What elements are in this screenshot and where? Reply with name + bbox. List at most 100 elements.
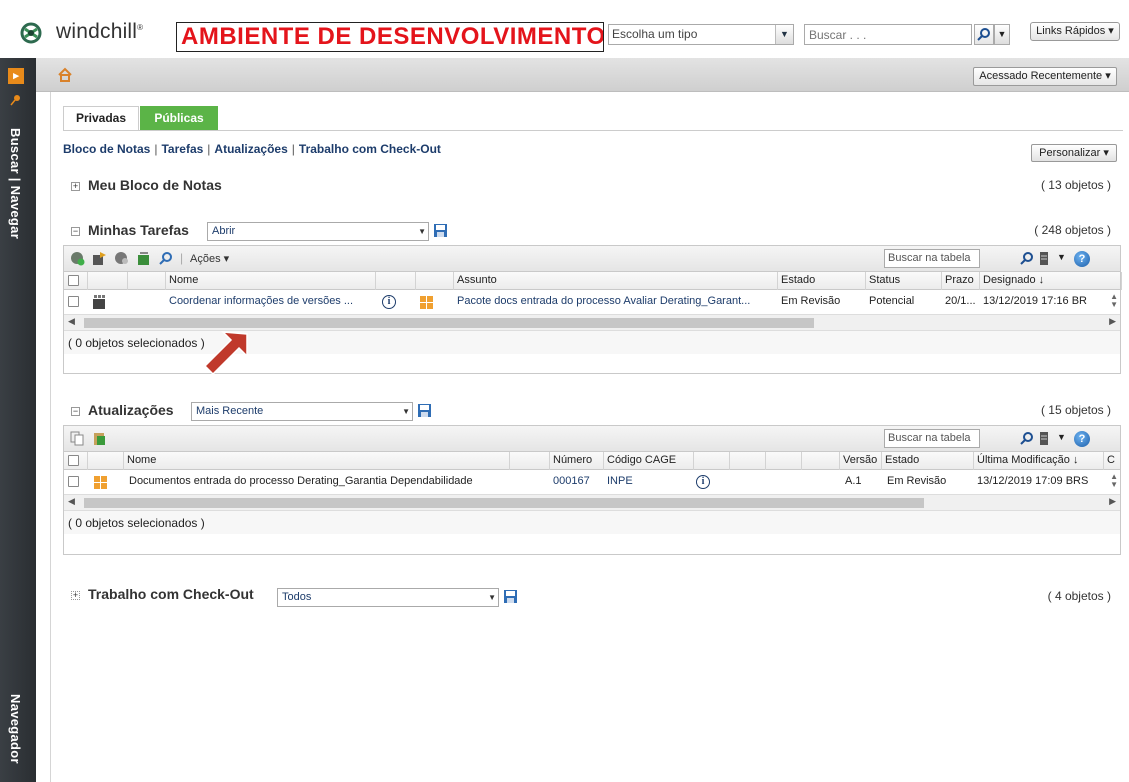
forward-task-icon[interactable] [92,251,107,266]
table-view-icon[interactable] [1037,251,1052,266]
chevron-down-icon[interactable]: ▼ [1057,252,1066,262]
customize-button[interactable]: Personalizar ▾ [1031,144,1117,162]
search-button[interactable] [974,24,994,45]
copy-icon[interactable] [70,431,85,446]
column-version[interactable]: Versão [840,452,882,470]
scroll-right-icon[interactable]: ▶ [1109,496,1116,507]
column-extra[interactable]: C [1104,452,1122,470]
top-header: windchill® AMBIENTE DE DESENVOLVIMENTO E… [0,0,1129,58]
complete-task-icon[interactable] [70,251,85,266]
global-search-input[interactable] [804,24,972,45]
paste-icon[interactable] [92,431,107,446]
collapse-icon[interactable]: − [71,227,80,236]
scrollbar-thumb[interactable] [84,498,924,508]
collapse-icon[interactable]: − [71,407,80,416]
column-cage[interactable]: Código CAGE [604,452,694,470]
search-navigate-tab[interactable]: Buscar | Navegar [8,128,23,239]
task-name-link[interactable]: Coordenar informações de versões ... [166,290,376,314]
save-view-icon[interactable] [417,403,432,418]
home-icon[interactable] [57,67,73,83]
task-assigned: 13/12/2019 17:16 BR [983,295,1087,307]
reassign-icon[interactable] [114,251,129,266]
updates-horizontal-scrollbar[interactable]: ◀ ▶ [64,494,1120,510]
expand-icon[interactable]: + [71,591,80,600]
type-select-value: Escolha um tipo [612,27,698,41]
quick-links-button[interactable]: Links Rápidos ▾ [1030,22,1120,41]
select-all-checkbox[interactable] [68,455,79,466]
table-row[interactable]: Documentos entrada do processo Derating_… [64,470,1120,494]
tab-private[interactable]: Privadas [63,106,139,130]
link-updates[interactable]: Atualizações [214,142,287,156]
help-icon[interactable]: ? [1074,251,1090,267]
column-blank[interactable] [510,452,550,470]
navigator-tab[interactable]: Navegador [8,694,23,764]
checkout-title: Trabalho com Check-Out [88,586,254,602]
row-checkbox[interactable] [68,476,79,487]
info-icon[interactable]: i [382,295,396,309]
link-checkout[interactable]: Trabalho com Check-Out [299,142,441,156]
updates-table-search-input[interactable]: Buscar na tabela [884,429,980,448]
column-name[interactable]: Nome [124,452,510,470]
actions-menu[interactable]: Ações ▾ [190,252,229,265]
column-icon[interactable] [416,272,454,290]
table-row[interactable]: Coordenar informações de versões ... i P… [64,290,1120,314]
column-modified[interactable]: Última Modificação ↓ [974,452,1104,470]
column-status[interactable]: Status [866,272,942,290]
separator: | [207,142,211,156]
scroll-arrows-icon[interactable]: ▲ ▼ [1110,293,1118,309]
search-options-dropdown[interactable]: ▼ [994,24,1010,45]
column-type[interactable] [88,452,124,470]
type-select[interactable]: Escolha um tipo ▼ [608,24,794,45]
recently-accessed-button[interactable]: Acessado Recentemente ▾ [973,67,1117,86]
table-view-icon[interactable] [1037,431,1052,446]
update-name[interactable]: Documentos entrada do processo Derating_… [126,470,510,494]
task-subject-link[interactable]: Pacote docs entrada do processo Avaliar … [454,290,780,314]
column-blank[interactable] [730,452,766,470]
search-table-icon[interactable] [158,251,173,266]
search-icon[interactable] [1019,251,1034,266]
info-icon[interactable]: i [696,475,710,489]
tab-public[interactable]: Públicas [140,106,218,130]
scroll-arrows-icon[interactable]: ▲ ▼ [1110,473,1118,489]
search-icon[interactable] [1019,431,1034,446]
tasks-view-select[interactable]: Abrir ▼ [207,222,429,241]
chevron-down-icon[interactable]: ▼ [775,25,793,44]
updates-view-select[interactable]: Mais Recente ▼ [191,402,413,421]
scroll-left-icon[interactable]: ◀ [68,316,75,327]
column-state[interactable]: Estado [778,272,866,290]
checkout-view-select[interactable]: Todos ▼ [277,588,499,607]
column-info[interactable] [694,452,730,470]
row-checkbox[interactable] [68,296,79,307]
link-notebook[interactable]: Bloco de Notas [63,142,150,156]
link-tasks[interactable]: Tarefas [161,142,203,156]
column-state[interactable]: Estado [882,452,974,470]
save-view-icon[interactable] [503,589,518,604]
column-info[interactable] [376,272,416,290]
save-view-icon[interactable] [433,223,448,238]
scrollbar-thumb[interactable] [84,318,814,328]
column-name[interactable]: Nome [166,272,376,290]
column-due[interactable]: Prazo [942,272,980,290]
export-excel-icon[interactable] [136,251,151,266]
windchill-logo-icon[interactable] [20,22,42,44]
tasks-horizontal-scrollbar[interactable]: ◀ ▶ [64,314,1120,330]
column-blank[interactable] [128,272,166,290]
column-number[interactable]: Número [550,452,604,470]
expand-icon[interactable]: + [71,182,80,191]
update-number-link[interactable]: 000167 [550,470,604,494]
expand-navigator-icon[interactable]: ▸ [8,68,24,84]
column-assigned[interactable]: Designado ↓ [980,272,1122,290]
scroll-left-icon[interactable]: ◀ [68,496,75,507]
select-all-checkbox[interactable] [68,275,79,286]
scroll-right-icon[interactable]: ▶ [1109,316,1116,327]
column-blank[interactable] [802,452,840,470]
column-subject[interactable]: Assunto [454,272,778,290]
windchill-logo[interactable]: windchill® [56,20,143,44]
chevron-down-icon[interactable]: ▼ [1057,432,1066,442]
tasks-table-search-input[interactable]: Buscar na tabela [884,249,980,268]
column-type[interactable] [88,272,128,290]
help-icon[interactable]: ? [1074,431,1090,447]
column-blank[interactable] [766,452,802,470]
pin-icon[interactable] [9,93,23,107]
tab-divider [63,130,1123,131]
